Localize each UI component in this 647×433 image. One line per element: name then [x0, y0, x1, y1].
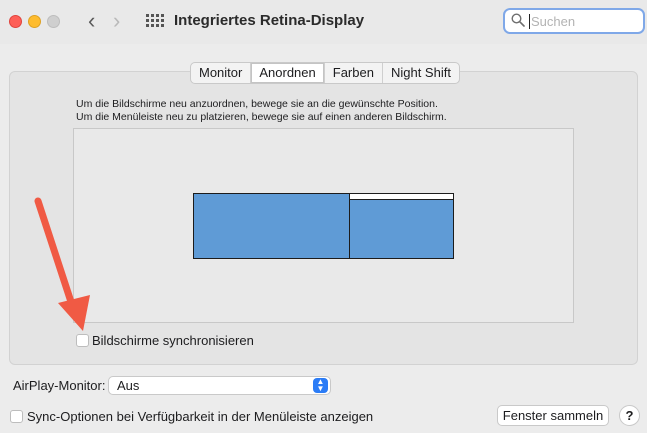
instruction-line-2: Um die Menüleiste neu zu platzieren, bew…: [76, 111, 447, 123]
title-bar: ‹ › Integriertes Retina-Display Suchen: [0, 0, 647, 44]
minimize-window-button[interactable]: [28, 15, 41, 28]
instruction-line-1: Um die Bildschirme neu anzuordnen, beweg…: [76, 98, 438, 110]
zoom-window-button[interactable]: [47, 15, 60, 28]
chevron-right-icon[interactable]: ›: [113, 9, 120, 33]
tab-bar: Monitor Anordnen Farben Night Shift: [190, 62, 460, 84]
airplay-select[interactable]: Aus ▲ ▼: [108, 376, 331, 395]
text-caret: [529, 14, 530, 29]
gather-windows-button[interactable]: Fenster sammeln: [497, 405, 609, 426]
chevron-up-down-icon: ▲ ▼: [313, 378, 328, 393]
window-title: Integriertes Retina-Display: [174, 12, 365, 29]
menu-bar-indicator[interactable]: [349, 193, 454, 200]
search-field[interactable]: Suchen: [503, 8, 645, 34]
tab-monitor[interactable]: Monitor: [191, 63, 252, 83]
mirror-displays-label[interactable]: Bildschirme synchronisieren: [92, 333, 254, 348]
help-button[interactable]: ?: [619, 405, 640, 426]
tab-anordnen[interactable]: Anordnen: [251, 63, 325, 83]
airplay-label: AirPlay-Monitor:: [13, 378, 106, 393]
main-display[interactable]: [193, 193, 350, 259]
airplay-select-value: Aus: [117, 378, 140, 393]
close-window-button[interactable]: [9, 15, 22, 28]
grid-icon[interactable]: [146, 14, 164, 28]
mirror-displays-checkbox[interactable]: [76, 334, 89, 347]
sync-options-label[interactable]: Sync-Optionen bei Verfügbarkeit in der M…: [27, 409, 373, 424]
arrangement-instructions: Um die Bildschirme neu anzuordnen, beweg…: [76, 98, 447, 124]
tab-farben[interactable]: Farben: [325, 63, 383, 83]
tab-night-shift[interactable]: Night Shift: [383, 63, 459, 83]
secondary-display[interactable]: [349, 193, 454, 259]
annotation-arrow-icon: [34, 197, 90, 331]
search-placeholder[interactable]: Suchen: [531, 14, 575, 29]
sync-options-checkbox[interactable]: [10, 410, 23, 423]
search-icon: [511, 13, 525, 27]
chevron-left-icon[interactable]: ‹: [88, 9, 95, 33]
